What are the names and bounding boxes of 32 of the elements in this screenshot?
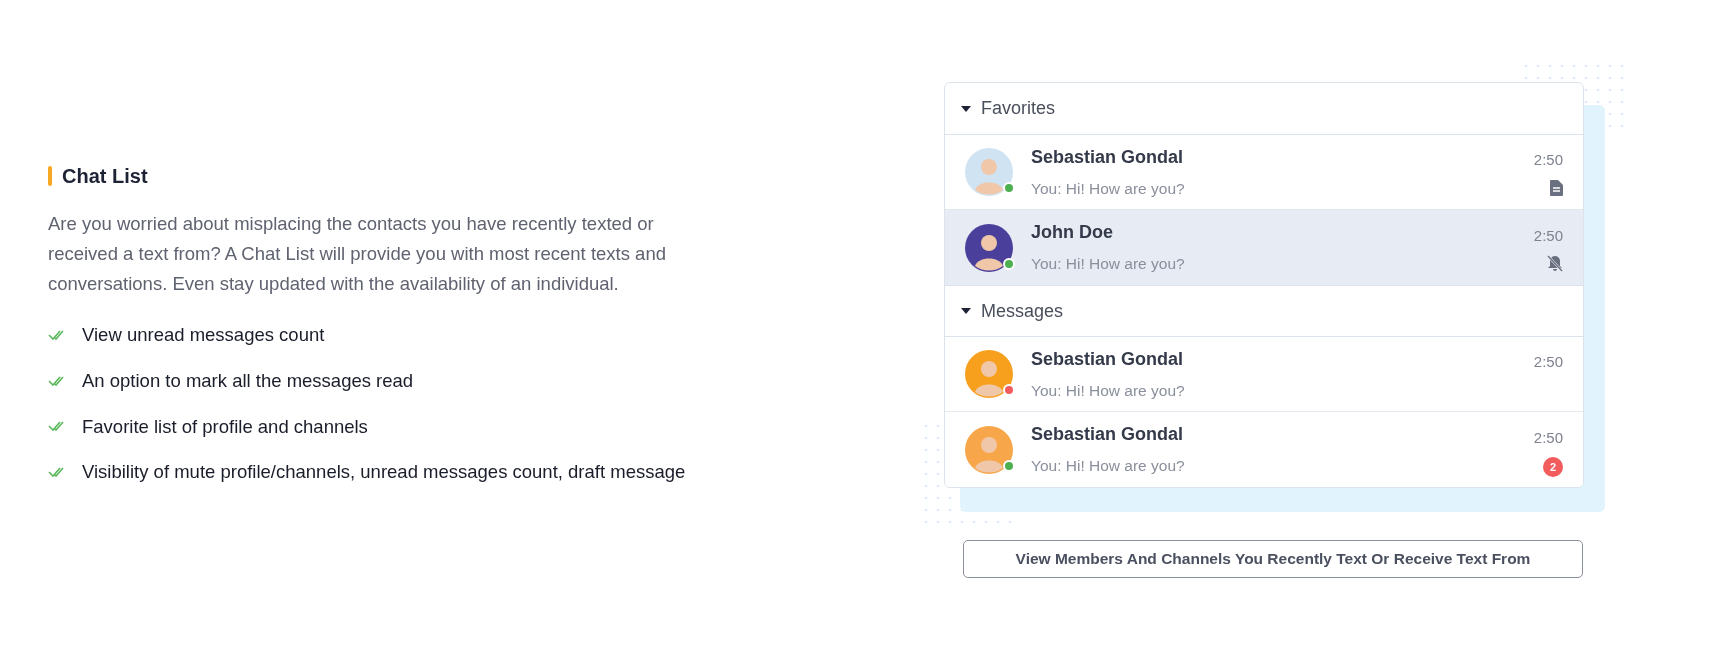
message-time: 2:50 (1533, 352, 1563, 372)
message-time: 2:50 (1533, 150, 1563, 170)
contact-name: Sebastian Gondal (1031, 423, 1185, 447)
message-preview: You: Hi! How are you? (1031, 380, 1186, 401)
section-title: Chat List (62, 164, 148, 189)
accent-bar (48, 166, 52, 186)
description: Are you worried about misplacing the contacts you have recently texted or received a text from? A Chat List will provide you with most recent texts and conversations. Even stay updated with the availability of an individual. (48, 212, 667, 296)
unread-count-badge: 2 (1543, 457, 1563, 477)
message-preview: You: Hi! How are you? (1031, 254, 1186, 275)
message-preview: You: Hi! How are you? (1031, 178, 1186, 199)
view-members-button[interactable]: View Members And Channels You Recently Text Or Receive Text From (963, 540, 1583, 578)
feature-point: View unread messages count (82, 323, 325, 347)
section-header[interactable]: Favorites (981, 95, 1056, 122)
caret-icon[interactable] (961, 105, 971, 112)
document-icon (1550, 179, 1563, 196)
avatar-icon (965, 350, 1013, 398)
muted-bell-icon (1547, 255, 1563, 272)
contact-name: John Doe (1031, 221, 1114, 245)
chat-row[interactable]: John Doe You: Hi! How are you? 2:50 (945, 210, 1583, 285)
message-time: 2:50 (1533, 225, 1563, 246)
contact-name: Sebastian Gondal (1031, 145, 1185, 169)
feature-point: Visibility of mute profile/channels, unread messages count, draft message (82, 460, 686, 485)
avatar-icon (965, 148, 1013, 196)
caret-icon[interactable] (961, 308, 971, 314)
section-header[interactable]: Messages (981, 297, 1064, 325)
contact-name: Sebastian Gondal (1031, 347, 1185, 371)
avatar-icon (965, 223, 1013, 272)
message-time: 2:50 (1533, 427, 1563, 448)
message-preview: You: Hi! How are you? (1031, 456, 1186, 477)
avatar-icon (965, 425, 1013, 474)
feature-point: Favorite list of profile and channels (82, 414, 368, 439)
feature-point: An option to mark all the messages read (82, 368, 414, 393)
